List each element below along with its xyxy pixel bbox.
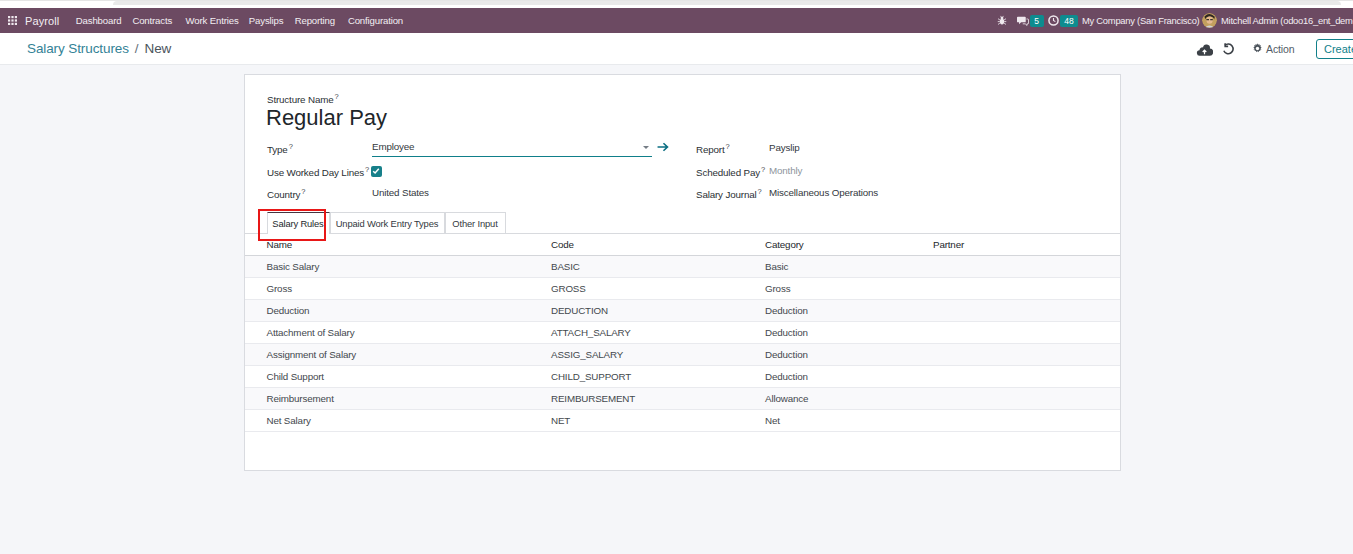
breadcrumb: Salary Structures / New — [27, 33, 171, 64]
breadcrumb-parent-link[interactable]: Salary Structures — [27, 41, 129, 56]
chat-bubbles-icon — [1017, 15, 1029, 27]
tab-unpaid-work-entry-types[interactable]: Unpaid Work Entry Types — [330, 212, 445, 234]
action-menu[interactable]: Action — [1252, 33, 1295, 64]
discard-undo-icon[interactable] — [1222, 43, 1235, 56]
country-value[interactable]: United States — [372, 187, 429, 198]
company-switcher[interactable]: My Company (San Francisco) — [1082, 8, 1200, 33]
country-label: Country? — [267, 187, 305, 200]
menu-item-dashboard[interactable]: Dashboard — [76, 8, 122, 33]
structure-name-value[interactable]: Regular Pay — [266, 105, 387, 131]
menu-item-contracts[interactable]: Contracts — [132, 8, 172, 33]
user-avatar[interactable] — [1202, 8, 1217, 33]
table-row[interactable]: Net Salary NET Net — [245, 410, 1120, 432]
scheduled-pay-label: Scheduled Pay? — [696, 165, 765, 178]
table-row[interactable]: Assignment of Salary ASSIG_SALARY Deduct… — [245, 344, 1120, 366]
salary-journal-value[interactable]: Miscellaneous Operations — [769, 187, 878, 198]
messages-count-badge: 5 — [1030, 15, 1044, 27]
structure-name-label: Structure Name? — [267, 92, 339, 105]
salary-journal-label: Salary Journal? — [696, 187, 762, 200]
user-menu[interactable]: Mitchell Admin (odoo16_ent_demo — [1221, 8, 1353, 33]
save-cloud-icon[interactable] — [1196, 44, 1213, 56]
menu-item-reporting[interactable]: Reporting — [295, 8, 335, 33]
table-body: Basic Salary BASIC Basic Gross GROSS Gro… — [245, 256, 1120, 432]
clock-icon — [1048, 15, 1059, 26]
menu-item-payslips[interactable]: Payslips — [249, 8, 284, 33]
column-header-name[interactable]: Name — [267, 239, 293, 250]
use-worked-day-lines-checkbox[interactable] — [371, 166, 382, 177]
browser-tabstrip — [0, 0, 1353, 8]
menu-item-configuration[interactable]: Configuration — [348, 8, 403, 33]
menu-item-work-entries[interactable]: Work Entries — [186, 8, 239, 33]
create-button[interactable]: Create — [1316, 39, 1353, 59]
use-worked-day-lines-label: Use Worked Day Lines? — [267, 165, 369, 178]
table-row[interactable]: Deduction DEDUCTION Deduction — [245, 300, 1120, 322]
table-header: Name Code Category Partner — [245, 234, 1120, 256]
help-marker: ? — [335, 92, 339, 101]
activities-button[interactable] — [1048, 8, 1059, 33]
column-header-partner[interactable]: Partner — [933, 239, 964, 250]
report-value[interactable]: Payslip — [769, 142, 800, 153]
form-view: Structure Name? Regular Pay Type? Employ… — [0, 65, 1353, 554]
breadcrumb-separator: / — [135, 41, 139, 56]
table-row[interactable]: Basic Salary BASIC Basic — [245, 256, 1120, 278]
control-panel: Salary Structures / New Action Create — [0, 33, 1353, 65]
debug-bug-icon[interactable] — [997, 8, 1007, 33]
table-row[interactable]: Reimbursement REIMBURSEMENT Allowance — [245, 388, 1120, 410]
app-name[interactable]: Payroll — [25, 8, 59, 33]
activities-count-badge: 48 — [1060, 15, 1078, 27]
column-header-category[interactable]: Category — [765, 239, 804, 250]
apps-grid-icon[interactable] — [8, 8, 17, 33]
internal-link-arrow-icon[interactable] — [657, 142, 669, 152]
odoo-payroll-screen: Payroll Dashboard Contracts Work Entries… — [0, 0, 1353, 554]
type-field[interactable]: Employee — [372, 137, 652, 157]
type-label: Type? — [267, 142, 293, 155]
table-row[interactable]: Child Support CHILD_SUPPORT Deduction — [245, 366, 1120, 388]
action-label: Action — [1266, 43, 1295, 55]
main-navbar: Payroll Dashboard Contracts Work Entries… — [0, 8, 1353, 33]
breadcrumb-current: New — [145, 41, 172, 56]
column-header-code[interactable]: Code — [551, 239, 574, 250]
dropdown-caret-icon[interactable] — [643, 146, 649, 149]
form-sheet: Structure Name? Regular Pay Type? Employ… — [244, 74, 1121, 471]
report-label: Report? — [696, 142, 730, 155]
tab-salary-rules[interactable]: Salary Rules — [267, 212, 330, 234]
gear-icon — [1252, 43, 1263, 54]
table-row[interactable]: Attachment of Salary ATTACH_SALARY Deduc… — [245, 322, 1120, 344]
table-row[interactable]: Gross GROSS Gross — [245, 278, 1120, 300]
notebook-tabs: Salary Rules Unpaid Work Entry Types Oth… — [245, 212, 1120, 234]
scheduled-pay-value[interactable]: Monthly — [769, 165, 802, 176]
tab-other-input[interactable]: Other Input — [445, 212, 506, 234]
salary-rules-table: Name Code Category Partner Basic Salary … — [245, 234, 1120, 432]
messages-button[interactable] — [1017, 8, 1029, 33]
browser-tab-shape — [113, 1, 1341, 5]
